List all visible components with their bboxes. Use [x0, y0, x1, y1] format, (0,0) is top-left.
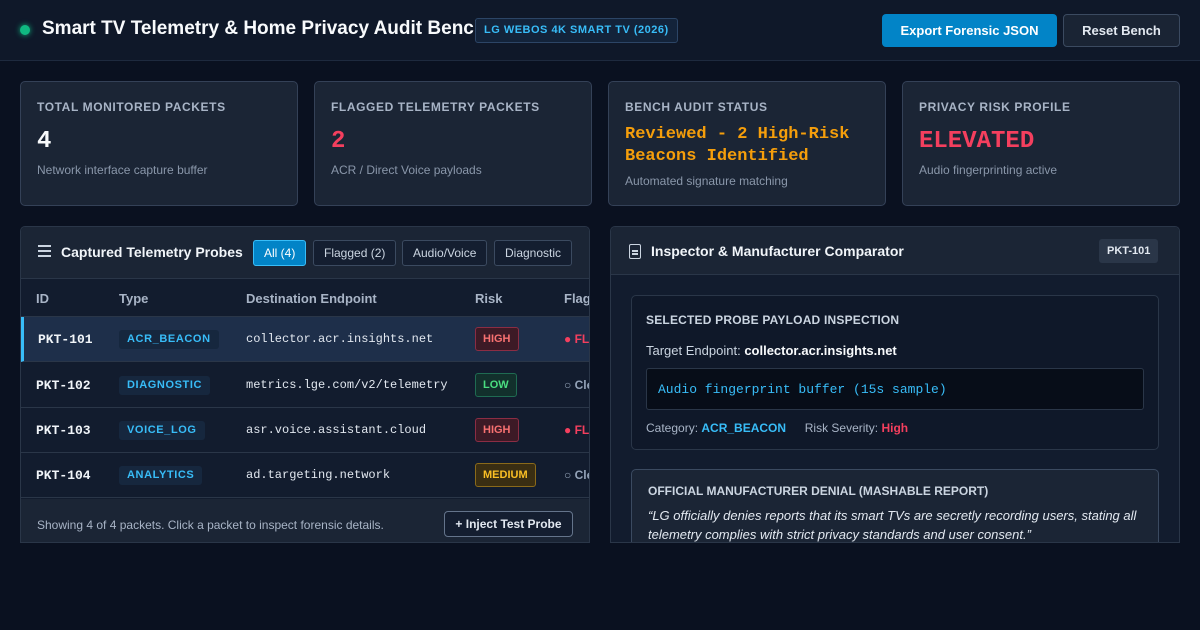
denial-title: OFFICIAL MANUFACTURER DENIAL (MASHABLE R…: [648, 484, 989, 498]
packet-id: PKT-101: [38, 332, 93, 347]
stat-subtext: Audio fingerprinting active: [919, 163, 1058, 177]
column-header-risk: Risk: [475, 291, 503, 306]
panel-title: Inspector & Manufacturer Comparator: [651, 243, 904, 259]
payload-meta-line: Category: ACR_BEACON Risk Severity: High: [646, 421, 908, 435]
panel-title: Captured Telemetry Probes: [61, 244, 243, 260]
document-icon: [629, 244, 641, 259]
export-forensic-json-button[interactable]: Export Forensic JSON: [882, 14, 1057, 47]
flag-status: ○ Cle: [564, 468, 589, 482]
target-endpoint-label: Target Endpoint:: [646, 343, 741, 358]
packet-id: PKT-103: [36, 423, 91, 438]
column-header-endpoint: Destination Endpoint: [246, 291, 377, 306]
status-indicator-icon: [20, 25, 30, 35]
risk-badge: HIGH: [475, 418, 519, 442]
packet-endpoint: asr.voice.assistant.cloud: [246, 423, 427, 437]
packet-id: PKT-104: [36, 468, 91, 483]
inspection-title: SELECTED PROBE PAYLOAD INSPECTION: [646, 313, 900, 327]
stat-label: FLAGGED TELEMETRY PACKETS: [331, 100, 540, 114]
payload-text: Audio fingerprint buffer (15s sample): [658, 382, 947, 397]
stat-value: 2: [331, 128, 346, 155]
flag-status: ○ Cle: [564, 378, 589, 392]
category-label: Category:: [646, 421, 699, 435]
packet-type: ANALYTICS: [119, 466, 203, 485]
app-title: Smart TV Telemetry & Home Privacy Audit …: [42, 18, 486, 39]
packet-endpoint: collector.acr.insights.net: [246, 332, 434, 346]
risk-badge: HIGH: [475, 327, 519, 351]
filter-all[interactable]: All (4): [253, 240, 307, 266]
packet-type: ACR_BEACON: [119, 330, 219, 349]
category-value: ACR_BEACON: [701, 421, 787, 435]
probes-panel: Captured Telemetry Probes All (4) Flagge…: [20, 226, 590, 543]
flag-status: ● FL: [564, 332, 590, 346]
severity-label: Risk Severity:: [804, 421, 879, 435]
filter-diagnostic[interactable]: Diagnostic: [494, 240, 573, 266]
stat-value: 4: [37, 128, 52, 155]
column-header-id: ID: [36, 291, 49, 306]
list-icon: [38, 245, 51, 257]
flag-status: ● FL: [564, 423, 590, 437]
packet-id: PKT-102: [36, 378, 91, 393]
table-row[interactable]: PKT-102 DIAGNOSTIC metrics.lge.com/v2/te…: [21, 363, 589, 408]
packet-count-text: Showing 4 of 4 packets. Click a packet t…: [37, 518, 384, 532]
device-badge: LG WEBOS 4K SMART TV (2026): [475, 18, 678, 43]
stat-subtext: Automated signature matching: [625, 174, 788, 188]
table-row[interactable]: PKT-101 ACR_BEACON collector.acr.insight…: [21, 317, 590, 362]
risk-badge: MEDIUM: [475, 463, 536, 487]
stat-card-audit-status: BENCH AUDIT STATUS Reviewed - 2 High-Ris…: [608, 81, 886, 206]
packet-endpoint: metrics.lge.com/v2/telemetry: [246, 378, 448, 392]
selected-packet-badge: PKT-101: [1099, 239, 1159, 263]
filter-audio-voice[interactable]: Audio/Voice: [402, 240, 488, 266]
stat-card-flagged-packets: FLAGGED TELEMETRY PACKETS 2 ACR / Direct…: [314, 81, 592, 206]
stat-card-privacy-risk: PRIVACY RISK PROFILE ELEVATED Audio fing…: [902, 81, 1180, 206]
table-row[interactable]: PKT-103 VOICE_LOG asr.voice.assistant.cl…: [21, 408, 590, 453]
stat-label: TOTAL MONITORED PACKETS: [37, 100, 226, 114]
stat-value: ELEVATED: [919, 128, 1035, 155]
payload-box: Audio fingerprint buffer (15s sample): [646, 368, 1144, 410]
packet-type: VOICE_LOG: [119, 421, 205, 440]
stat-subtext: Network interface capture buffer: [37, 163, 208, 177]
stat-value: Reviewed - 2 High-Risk Beacons Identifie…: [625, 125, 850, 166]
inject-test-probe-button[interactable]: + Inject Test Probe: [444, 511, 573, 537]
manufacturer-denial-box: OFFICIAL MANUFACTURER DENIAL (MASHABLE R…: [631, 469, 1159, 542]
table-header: ID Type Destination Endpoint Risk Flag: [21, 279, 590, 317]
inspector-panel: Inspector & Manufacturer Comparator PKT-…: [610, 226, 1180, 543]
payload-inspection-box: SELECTED PROBE PAYLOAD INSPECTION Target…: [631, 295, 1159, 450]
probes-panel-footer: Showing 4 of 4 packets. Click a packet t…: [21, 499, 589, 542]
stat-card-total-packets: TOTAL MONITORED PACKETS 4 Network interf…: [20, 81, 298, 206]
packet-type: DIAGNOSTIC: [119, 376, 211, 395]
target-endpoint-value: collector.acr.insights.net: [744, 343, 897, 358]
packet-endpoint: ad.targeting.network: [246, 468, 391, 482]
reset-bench-button[interactable]: Reset Bench: [1063, 14, 1180, 47]
denial-quote: “LG officially denies reports that its s…: [648, 508, 1137, 542]
inspector-panel-header: Inspector & Manufacturer Comparator PKT-…: [611, 227, 1179, 275]
column-header-flag: Flag: [564, 291, 590, 306]
filter-flagged[interactable]: Flagged (2): [313, 240, 397, 266]
risk-badge: LOW: [475, 373, 517, 397]
top-bar: Smart TV Telemetry & Home Privacy Audit …: [0, 0, 1200, 61]
stat-subtext: ACR / Direct Voice payloads: [331, 163, 482, 177]
target-endpoint-line: Target Endpoint: collector.acr.insights.…: [646, 343, 897, 358]
column-header-type: Type: [119, 291, 149, 306]
severity-value: High: [881, 421, 909, 435]
probes-panel-header: Captured Telemetry Probes All (4) Flagge…: [21, 227, 589, 279]
stat-label: BENCH AUDIT STATUS: [625, 100, 768, 114]
stat-label: PRIVACY RISK PROFILE: [919, 100, 1071, 114]
table-row[interactable]: PKT-104 ANALYTICS ad.targeting.network M…: [21, 453, 589, 498]
